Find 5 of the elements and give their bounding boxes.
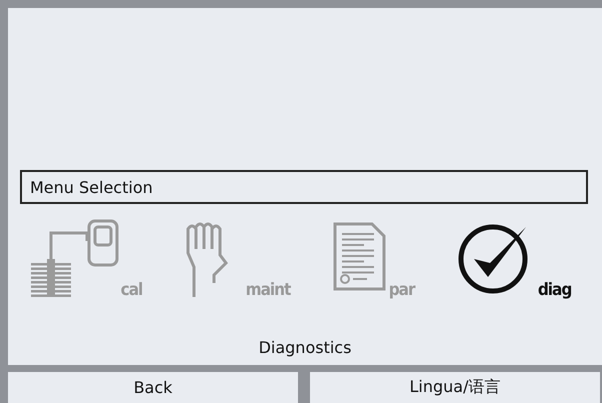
selection-label: Diagnostics — [258, 338, 352, 358]
header-title: Menu Selection — [20, 170, 588, 204]
menu-item-label[interactable]: diag — [538, 282, 572, 299]
softkey-button[interactable]: Back — [8, 372, 300, 403]
softkey-button[interactable]: Lingua/语言 — [310, 372, 602, 403]
